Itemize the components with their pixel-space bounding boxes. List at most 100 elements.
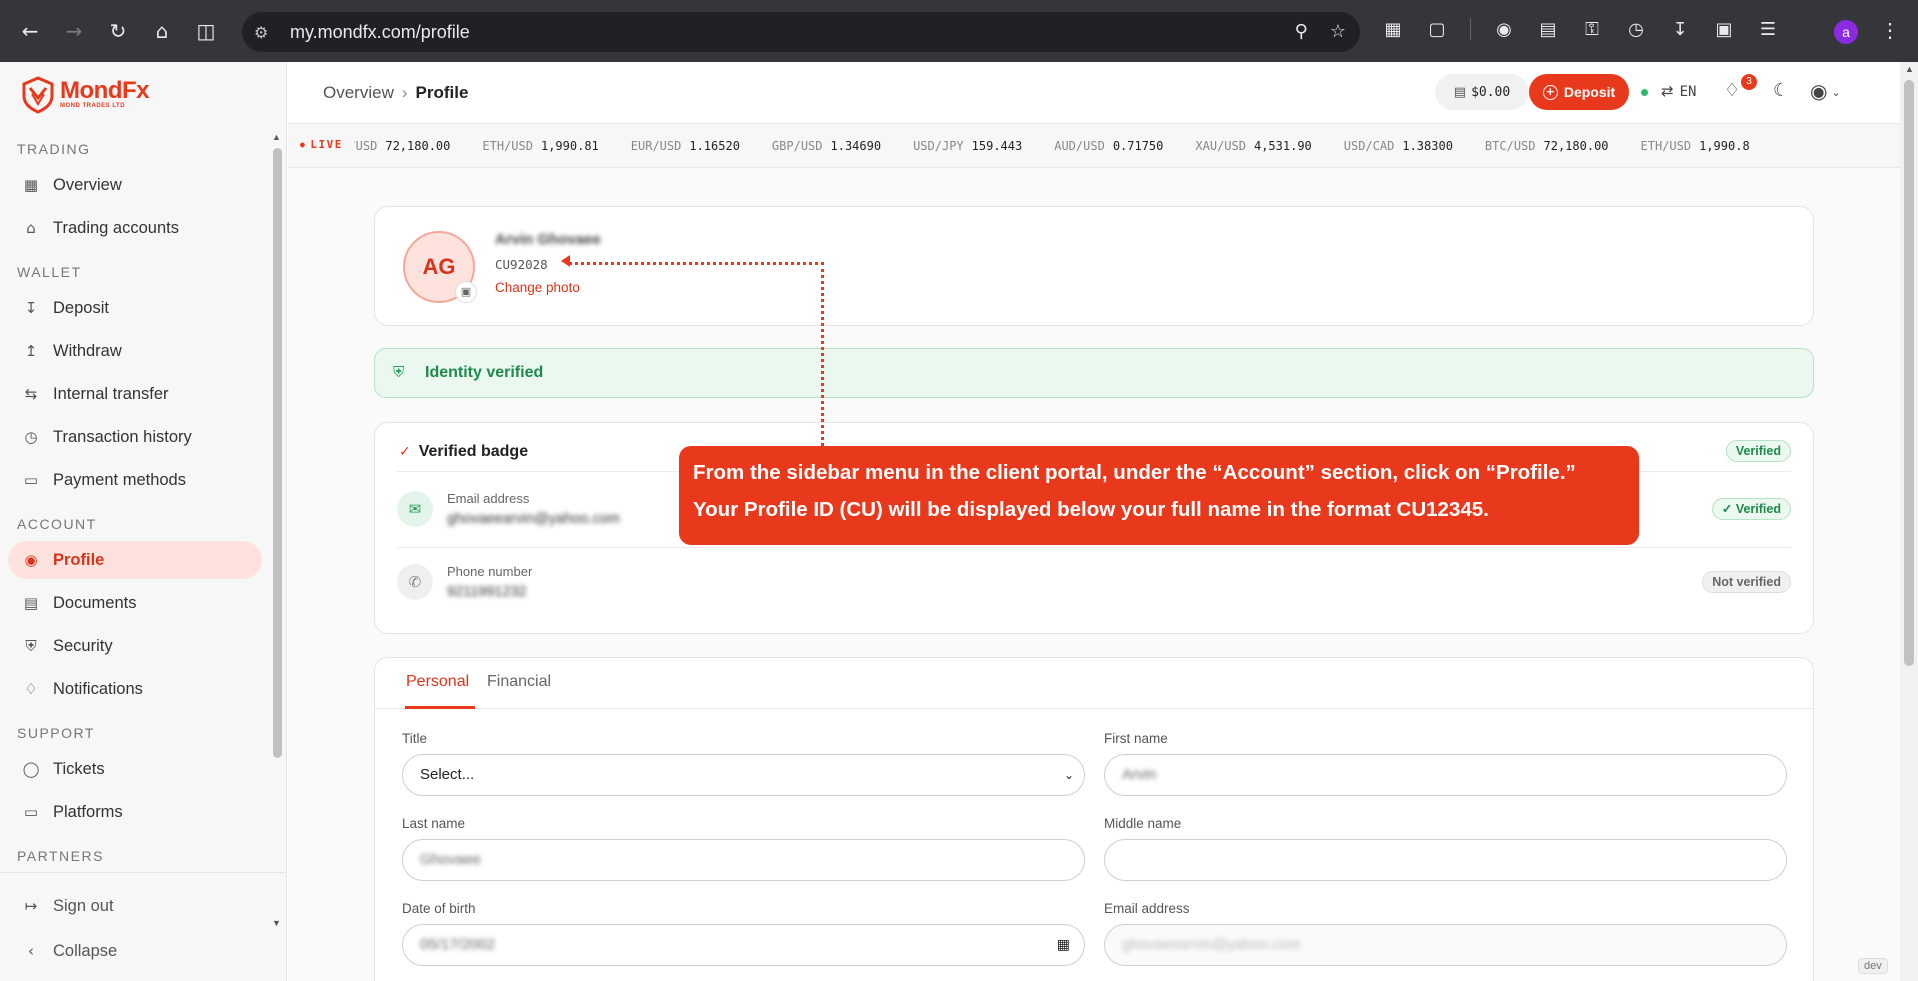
zoom-icon[interactable]: ⚲ [1295,21,1308,42]
sidebar-item-notifications[interactable]: ♢ Notifications [8,670,262,708]
wallet-balance[interactable]: ▤ $0.00 [1435,74,1529,110]
sidebar-item-profile[interactable]: ◉ Profile [8,541,262,579]
page-scrollbar[interactable]: ▲ [1900,62,1918,981]
sidebar-item-withdraw[interactable]: ↥ Withdraw [8,332,262,370]
email-status-text: Verified [1735,502,1781,516]
user-circle-icon: ◉ [1810,79,1828,103]
password-key-icon[interactable]: ⚿ [1581,19,1603,40]
incognito-icon[interactable]: ◉ [1493,19,1515,40]
tab-financial[interactable]: Financial [487,673,551,691]
price-ticker: LIVE TC/USD 72,180.00 ETH/USD 1,990.81 EUR/U… [288,124,1900,168]
extensions-puzzle-icon[interactable]: ▢ [1426,19,1448,40]
sidebar-item-label: Overview [53,175,122,194]
logo-mark-icon [22,76,54,114]
profile-full-name: Arvin Ghovaee [495,231,601,248]
title-select-value: Select... [420,766,475,783]
email-address-label: Email address [1104,901,1190,916]
sidebar-item-deposit[interactable]: ↧ Deposit [8,289,262,327]
sheets-extension-icon[interactable]: ▦ [1382,19,1404,40]
sidebar-item-label: Trading accounts [53,218,179,237]
last-name-field[interactable]: Ghovaee [402,839,1085,881]
dark-mode-moon-icon[interactable]: ☾ [1773,80,1789,101]
ticker-price: 1.34690 [830,139,882,153]
sidebar-item-transaction-history[interactable]: ◷ Transaction history [8,418,262,456]
forward-icon[interactable]: → [62,19,86,43]
ticker-price: 159.443 [971,139,1023,153]
ticker-symbol: ETH/USD [482,139,533,153]
browser-profile-avatar[interactable]: a [1834,20,1858,44]
document-icon: ▤ [23,594,39,612]
tab-personal[interactable]: Personal [406,673,469,691]
identity-status-text: Identity verified [425,364,544,381]
shield-icon: ⛨ [25,637,37,655]
annotation-dotted-line [821,262,824,446]
browser-menu-icon[interactable]: ⋮ [1880,18,1900,43]
page-scrollbar-thumb[interactable] [1904,80,1914,666]
annotation-callout: From the sidebar menu in the client port… [679,446,1639,545]
back-icon[interactable]: ← [18,19,42,43]
notifications-bell-icon[interactable]: ♢ [1724,80,1740,101]
ticker-price: 1.38300 [1402,139,1453,153]
logout-icon: ↦ [24,897,38,915]
scroll-up-icon[interactable]: ▲ [272,132,281,142]
grid-icon: ▦ [23,176,39,194]
brand-logo[interactable]: MondFx MOND TRADES LTD [20,74,149,114]
monitor-icon: ▭ [23,803,39,821]
verified-badge-label: Verified badge [418,443,529,460]
chevron-down-icon: ⌄ [1063,768,1074,782]
sidebar-item-label: Transaction history [53,427,192,446]
translate-icon[interactable]: ☰ [1757,19,1779,40]
sidebar-item-tickets[interactable]: ◯ Tickets [8,750,262,788]
dob-field[interactable]: 05/17/2002 ▦ [402,924,1085,966]
reload-icon[interactable]: ↻ [106,19,130,43]
last-name-label: Last name [402,816,466,831]
credit-card-icon: ▭ [23,471,39,489]
language-switcher[interactable]: ⇄ EN [1661,82,1696,100]
breadcrumb-current: Profile [415,83,469,102]
sidebar-item-security[interactable]: ⛨ Security [8,627,262,665]
ticker-price: 4,531.90 [1253,139,1312,153]
camera-icon[interactable]: ▣ [455,281,477,303]
scroll-up-icon[interactable]: ▲ [1905,64,1914,74]
middle-name-field[interactable] [1104,839,1787,881]
email-address-field[interactable]: ghovaeearvin@yahoo.com [1104,924,1787,966]
first-name-field[interactable]: Arvin [1104,754,1787,796]
address-bar[interactable]: ⚙ my.mondfx.com/profile ⚲ ☆ [242,12,1360,52]
sidebar-footer: ↦ Sign out ‹ Collapse [0,872,286,970]
collapse-button[interactable]: ‹ Collapse [8,932,278,970]
deposit-label: Deposit [1563,84,1616,100]
split-view-icon[interactable]: ◫ [194,19,218,43]
reading-list-icon[interactable]: ▤ [1537,19,1559,40]
bookmark-star-icon[interactable]: ☆ [1330,21,1346,42]
sidebar-scrollbar-thumb[interactable] [273,148,282,758]
site-info-icon[interactable]: ⚙ [254,23,280,42]
ticker-price: 1,990.81 [540,139,599,153]
screenshot-icon[interactable]: ▣ [1713,19,1735,40]
download-icon[interactable]: ↧ [1669,19,1691,40]
ticker-symbol: XAU/USD [1195,139,1246,153]
home-icon[interactable]: ⌂ [150,19,174,43]
browser-toolbar: ← → ↻ ⌂ ◫ ⚙ my.mondfx.com/profile ⚲ ☆ ▦ … [0,0,1918,62]
title-select[interactable]: Select... ⌄ [402,754,1085,796]
sidebar-item-trading-accounts[interactable]: ⌂ Trading accounts [8,209,262,247]
deposit-button[interactable]: + Deposit [1529,74,1629,110]
sidebar-item-internal-transfer[interactable]: ⇆ Internal transfer [8,375,262,413]
email-value: ghovaeearvin@yahoo.com [447,511,620,527]
annotation-dotted-line [569,262,824,265]
change-photo-link[interactable]: Change photo [495,280,580,295]
sidebar-item-platforms[interactable]: ▭ Platforms [8,793,262,831]
breadcrumb-overview-link[interactable]: Overview [323,83,394,102]
sidebar-item-documents[interactable]: ▤ Documents [8,584,262,622]
user-menu[interactable]: ◉ ⌄ [1810,79,1841,103]
identity-verified-banner: ⛨ Identity verified [374,348,1814,398]
connection-status-dot [1641,89,1648,96]
dev-tag: dev [1858,958,1888,974]
sign-out-button[interactable]: ↦ Sign out [8,887,278,925]
sidebar-item-payment-methods[interactable]: ▭ Payment methods [8,461,262,499]
calendar-icon[interactable]: ▦ [1057,925,1070,965]
url-text[interactable]: my.mondfx.com/profile [290,22,470,43]
ticker-pair: BTC/USD 72,180.00 [1485,139,1609,153]
sidebar-item-overview[interactable]: ▦ Overview [8,166,262,204]
sidebar-scrollbar[interactable]: ▲ ▼ [270,130,284,934]
history-icon[interactable]: ◷ [1625,19,1647,40]
